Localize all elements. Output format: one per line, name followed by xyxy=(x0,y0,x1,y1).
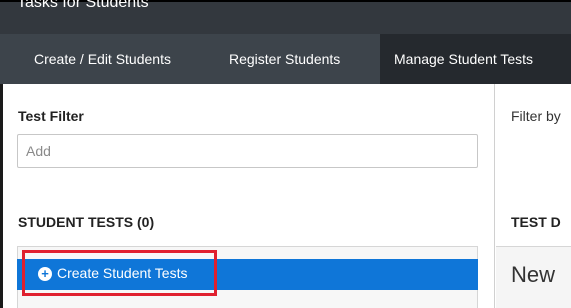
plus-circle-icon: + xyxy=(38,267,52,281)
test-details-heading: TEST D xyxy=(511,214,561,230)
new-test-title: New xyxy=(511,262,556,287)
student-tests-heading: STUDENT TESTS (0) xyxy=(18,214,155,230)
window-title: Tasks for Students xyxy=(17,0,149,11)
create-student-tests-label[interactable]: Create Student Tests xyxy=(57,265,187,281)
test-filter-label: Test Filter xyxy=(18,108,84,124)
page: Tasks for Students Create / Edit Student… xyxy=(0,0,571,308)
title-bar: Tasks for Students xyxy=(0,0,571,34)
left-edge-border xyxy=(0,84,3,308)
tab-register-students[interactable]: Register Students xyxy=(215,34,354,84)
column-divider xyxy=(494,84,495,308)
filter-by-label: Filter by xyxy=(511,108,561,124)
tab-manage-student-tests[interactable]: Manage Student Tests xyxy=(380,34,571,84)
test-filter-input[interactable] xyxy=(17,134,478,168)
nav-bar: Create / Edit Students Register Students… xyxy=(0,34,571,84)
tab-create-edit-students[interactable]: Create / Edit Students xyxy=(20,34,185,84)
